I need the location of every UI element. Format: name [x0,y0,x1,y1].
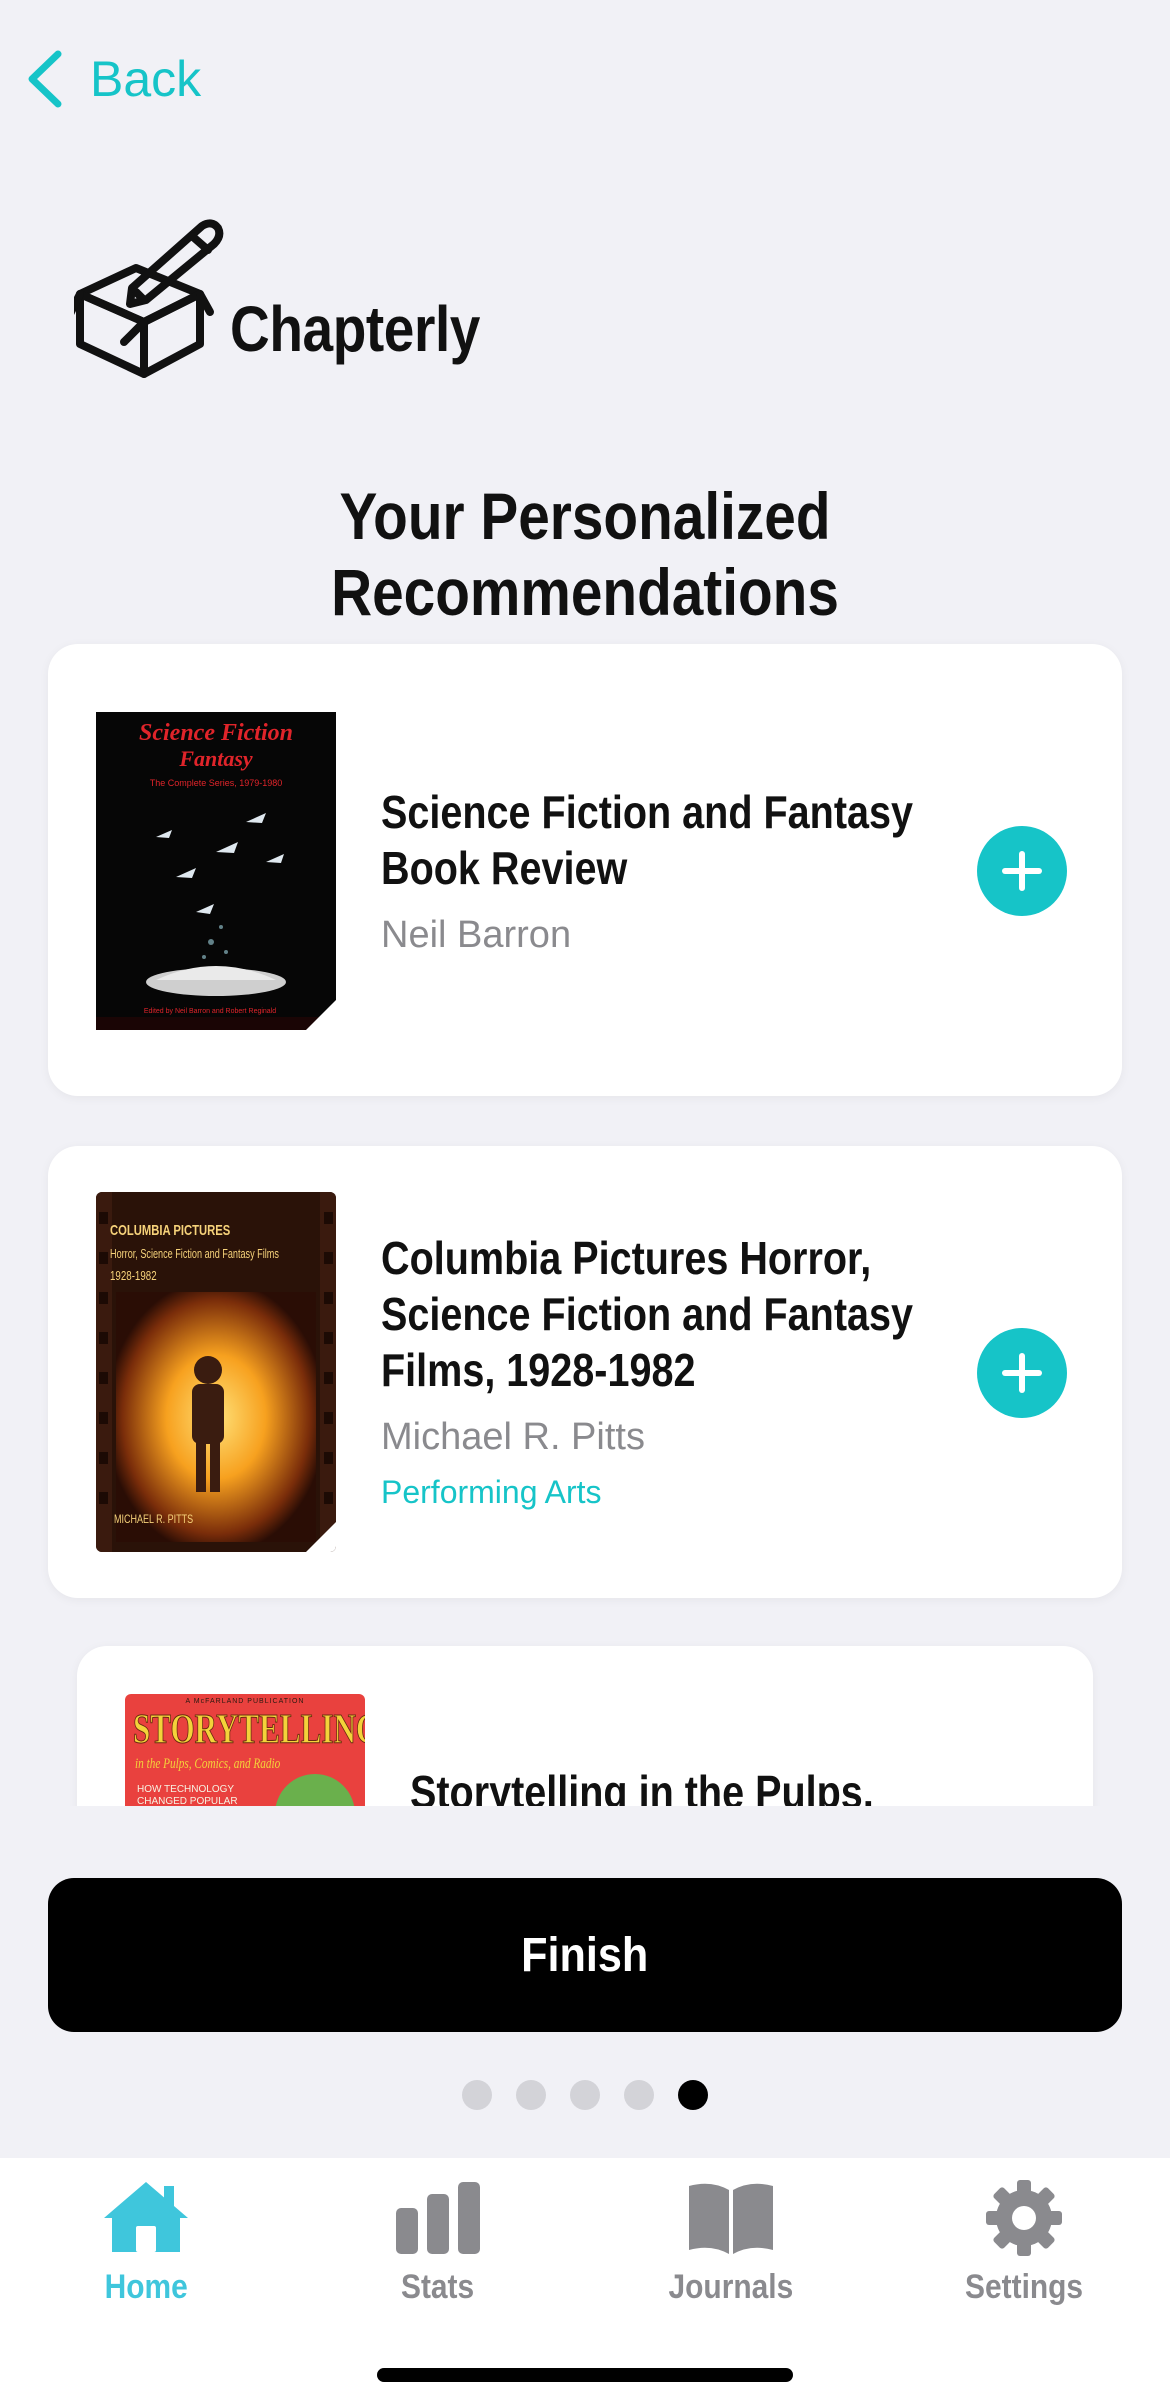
add-book-button[interactable] [977,1328,1067,1418]
recommendation-card: Science Fiction Fantasy The Complete Ser… [48,644,1122,1096]
cover-series: The Complete Series, 1979-1980 [149,778,283,788]
cover-years: 1928-1982 [110,1268,157,1283]
recommendation-card: A McFARLAND PUBLICATION STORYTELLING in … [77,1646,1093,1806]
page-indicator [0,2080,1170,2110]
cover-subtitle: Horror, Science Fiction and Fantasy Film… [110,1246,279,1261]
book-author: Michael R. Pitts [381,1416,645,1458]
tab-journals[interactable]: Journals [631,2178,831,2307]
book-cover: A McFARLAND PUBLICATION STORYTELLING in … [125,1694,365,1806]
recommendations-list[interactable]: Science Fiction Fantasy The Complete Ser… [0,620,1170,1806]
cover-publisher: A McFARLAND PUBLICATION [185,1698,305,1705]
cover-title: STORYTELLING [133,1707,365,1754]
box-pen-icon [74,219,224,378]
plus-icon [1002,851,1042,891]
book-cover: Science Fiction Fantasy The Complete Ser… [96,712,336,1030]
home-icon [104,2182,188,2252]
page-dot-active [678,2080,708,2110]
cover-subtitle: in the Pulps, Comics, and Radio [135,1756,281,1772]
page-dot [516,2080,546,2110]
tab-home[interactable]: Home [46,2178,246,2307]
back-label: Back [90,51,202,107]
page-dot [570,2080,600,2110]
cover-title: Science Fiction [139,720,293,746]
cover-author: MICHAEL R. PITTS [114,1512,194,1526]
cover-tagline-2: CHANGED POPULAR [137,1796,238,1806]
book-author: Neil Barron [381,914,572,956]
book-title: Columbia Pictures Horror, Science Fictio… [381,1232,914,1396]
app-name: Chapterly [230,293,480,365]
plus-icon [1002,1353,1042,1393]
book-cover: COLUMBIA PICTURES Horror, Science Fictio… [96,1192,336,1552]
cover-subtitle: Fantasy [179,746,253,771]
book-genre: Performing Arts [381,1474,602,1510]
stats-icon [396,2182,480,2254]
cover-title: COLUMBIA PICTURES [110,1222,231,1239]
home-indicator[interactable] [377,2368,793,2382]
finish-button[interactable]: Finish [48,1878,1122,2032]
tab-stats[interactable]: Stats [338,2178,538,2307]
app-logo: Chapterly [74,218,521,380]
recommendation-card: COLUMBIA PICTURES Horror, Science Fictio… [48,1146,1122,1598]
gear-icon [986,2180,1062,2256]
cover-illustration [275,1774,355,1806]
chevron-left-icon [28,50,62,108]
tab-settings[interactable]: Settings [924,2178,1124,2307]
book-title: Storytelling in the Pulps, [410,1766,874,1806]
cover-tagline: HOW TECHNOLOGY [137,1784,235,1795]
back-button[interactable]: Back [24,48,201,110]
cover-editors: Edited by Neil Barron and Robert Reginal… [143,1008,277,1015]
page-dot [462,2080,492,2110]
book-icon [689,2183,773,2254]
page-title: Your Personalized Recommendations [331,479,839,629]
page-dot [624,2080,654,2110]
add-book-button[interactable] [977,826,1067,916]
book-title: Science Fiction and Fantasy Book Review [381,786,914,894]
